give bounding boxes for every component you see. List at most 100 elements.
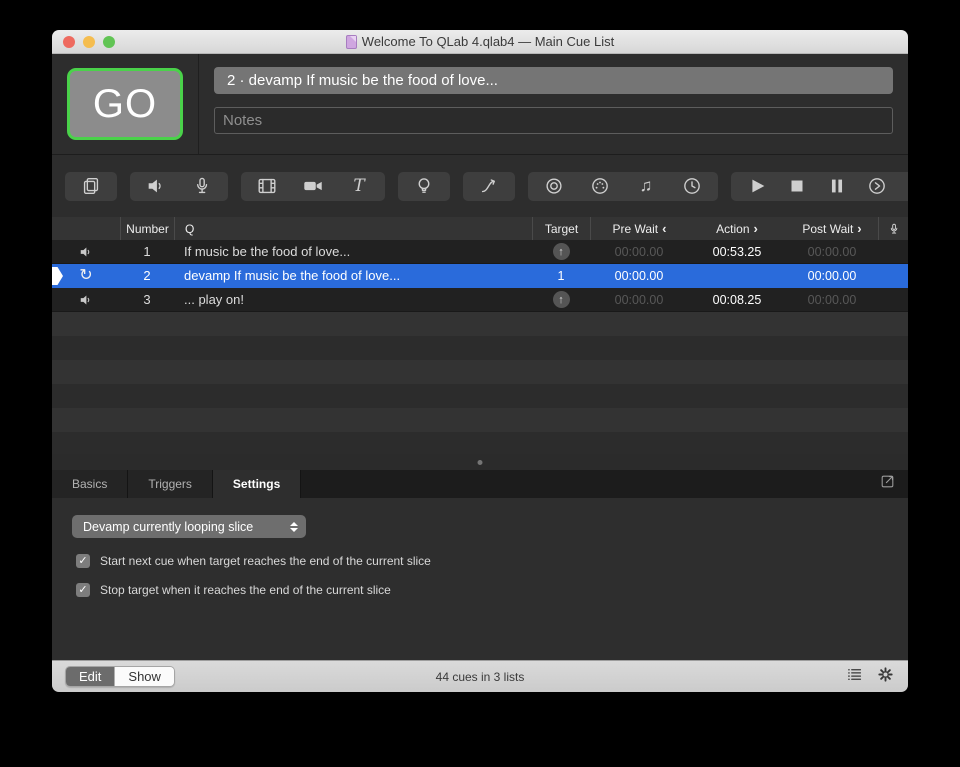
- cue-target: ↑: [532, 240, 590, 263]
- toolbar-group-control: ↶ ↻ →: [731, 171, 908, 201]
- edit-mode-button[interactable]: Edit: [66, 667, 115, 686]
- gear-icon: [878, 666, 893, 682]
- toolbar-group-audio: [130, 171, 228, 201]
- target-up-arrow-icon: ↑: [552, 291, 570, 308]
- light-cue-icon[interactable]: [413, 175, 435, 197]
- cue-row-1[interactable]: 1 If music be the food of love... ↑ 00:0…: [52, 240, 908, 264]
- go-button[interactable]: GO: [67, 68, 183, 140]
- network-cue-icon[interactable]: [543, 175, 565, 197]
- title-bar: Welcome To QLab 4.qlab4 — Main Cue List: [52, 30, 908, 54]
- action-value: 00:08.25: [712, 292, 762, 307]
- cue-toolbar: T ♫: [52, 154, 908, 217]
- tab-settings[interactable]: Settings: [212, 470, 302, 498]
- cue-name: devamp If music be the food of love...: [184, 268, 401, 283]
- toolbar-group-fade: [463, 171, 515, 201]
- pause-icon[interactable]: [826, 175, 848, 197]
- splitter-handle-icon[interactable]: [477, 460, 483, 465]
- cue-name: ... play on!: [184, 292, 244, 307]
- action-value: 00:53.25: [712, 244, 762, 259]
- text-cue-icon[interactable]: T: [348, 175, 370, 197]
- header-right: 2 · devamp If music be the food of love.…: [199, 54, 908, 154]
- pre-wait-value: 00:00.00: [614, 292, 664, 307]
- cue-number: 3: [143, 292, 151, 307]
- settings-panel: Devamp currently looping slice ✓ Start n…: [52, 498, 908, 660]
- mic-cell: [878, 288, 908, 311]
- pre-wait-value: 00:00.00: [614, 268, 664, 283]
- audio-cue-type-icon: [52, 240, 120, 263]
- qlab-window: Welcome To QLab 4.qlab4 — Main Cue List …: [52, 30, 908, 692]
- status-bar: Edit Show 44 cues in 3 lists: [52, 660, 908, 692]
- video-cue-icon[interactable]: [256, 175, 278, 197]
- toolbar-group-cue: [65, 171, 117, 201]
- checkbox-checked-icon[interactable]: ✓: [76, 583, 90, 597]
- cue-number: 1: [143, 244, 151, 259]
- cue-target: 1: [557, 268, 565, 283]
- post-wait-value: 00:00.00: [807, 244, 857, 259]
- target-column-header[interactable]: Target: [532, 217, 590, 240]
- midi-file-cue-icon[interactable]: ♫: [635, 175, 657, 197]
- inspector-splitter[interactable]: [52, 454, 908, 470]
- midi-cue-icon[interactable]: [589, 175, 611, 197]
- cue-row-2-selected[interactable]: ↻ 2 devamp If music be the food of love.…: [52, 264, 908, 288]
- timecode-cue-icon[interactable]: [681, 175, 703, 197]
- checkbox-label: Start next cue when target reaches the e…: [100, 554, 431, 568]
- go-cell: GO: [52, 54, 199, 154]
- traffic-lights: [63, 36, 115, 48]
- zoom-window-button[interactable]: [103, 36, 115, 48]
- reset-icon[interactable]: ↶: [906, 175, 908, 197]
- start-next-cue-option[interactable]: ✓ Start next cue when target reaches the…: [76, 554, 908, 568]
- stop-icon[interactable]: [786, 175, 808, 197]
- minimize-window-button[interactable]: [83, 36, 95, 48]
- stop-target-option[interactable]: ✓ Stop target when it reaches the end of…: [76, 583, 908, 597]
- window-title: Welcome To QLab 4.qlab4 — Main Cue List: [361, 34, 615, 49]
- notes-input[interactable]: Notes: [214, 107, 893, 134]
- post-wait-value: 00:00.00: [807, 292, 857, 307]
- show-mode-button[interactable]: Show: [114, 667, 174, 686]
- cue-row-3[interactable]: 3 ... play on! ↑ 00:00.00 00:08.25 00:00…: [52, 288, 908, 312]
- popout-inspector-button[interactable]: [879, 473, 896, 495]
- cue-lists-button[interactable]: [845, 665, 864, 689]
- action-column-header[interactable]: Action ›: [688, 217, 786, 240]
- target-up-arrow-icon: ↑: [552, 243, 570, 260]
- group-cue-icon[interactable]: [80, 175, 102, 197]
- load-icon[interactable]: [866, 175, 888, 197]
- mic-column-header[interactable]: [878, 217, 908, 240]
- devamp-mode-value: Devamp currently looping slice: [83, 519, 254, 534]
- q-column-header[interactable]: Q: [174, 217, 532, 240]
- header-section: GO 2 · devamp If music be the food of lo…: [52, 54, 908, 154]
- document-icon: [345, 34, 357, 49]
- mic-cell: [878, 264, 908, 287]
- cue-count-summary: 44 cues in 3 lists: [435, 669, 525, 684]
- cue-name: If music be the food of love...: [184, 244, 351, 259]
- toolbar-group-video: T: [241, 171, 385, 201]
- post-wait-value: 00:00.00: [807, 268, 857, 283]
- tab-triggers[interactable]: Triggers: [128, 470, 213, 498]
- audio-cue-type-icon: [52, 288, 120, 311]
- checkbox-label: Stop target when it reaches the end of t…: [100, 583, 391, 597]
- pre-wait-chevron-icon[interactable]: ‹: [662, 221, 666, 236]
- current-cue-display[interactable]: 2 · devamp If music be the food of love.…: [214, 67, 893, 94]
- camera-cue-icon[interactable]: [302, 175, 324, 197]
- workspace-settings-button[interactable]: [876, 665, 895, 689]
- audio-cue-icon[interactable]: [145, 175, 167, 197]
- edit-show-segmented-control: Edit Show: [65, 666, 175, 687]
- cue-number: 2: [143, 268, 151, 283]
- cue-table-header: Number Q Target Pre Wait ‹ Action › Post W…: [52, 217, 908, 240]
- tab-basics[interactable]: Basics: [52, 470, 129, 498]
- close-window-button[interactable]: [63, 36, 75, 48]
- toolbar-group-light: [398, 171, 450, 201]
- post-wait-column-header[interactable]: Post Wait ›: [786, 217, 878, 240]
- pre-wait-column-header[interactable]: Pre Wait ‹: [590, 217, 688, 240]
- empty-cue-list-area[interactable]: [52, 312, 908, 454]
- start-icon[interactable]: [746, 175, 768, 197]
- toolbar-group-network: ♫: [528, 171, 718, 201]
- number-column-header[interactable]: Number: [120, 217, 174, 240]
- post-wait-chevron-icon[interactable]: ›: [857, 221, 861, 236]
- dropdown-chevrons-icon: [290, 521, 298, 532]
- devamp-mode-select[interactable]: Devamp currently looping slice: [72, 515, 306, 538]
- fade-cue-icon[interactable]: [478, 175, 500, 197]
- mic-cue-icon[interactable]: [191, 175, 213, 197]
- status-column-header: [52, 217, 120, 240]
- action-chevron-icon[interactable]: ›: [754, 221, 758, 236]
- checkbox-checked-icon[interactable]: ✓: [76, 554, 90, 568]
